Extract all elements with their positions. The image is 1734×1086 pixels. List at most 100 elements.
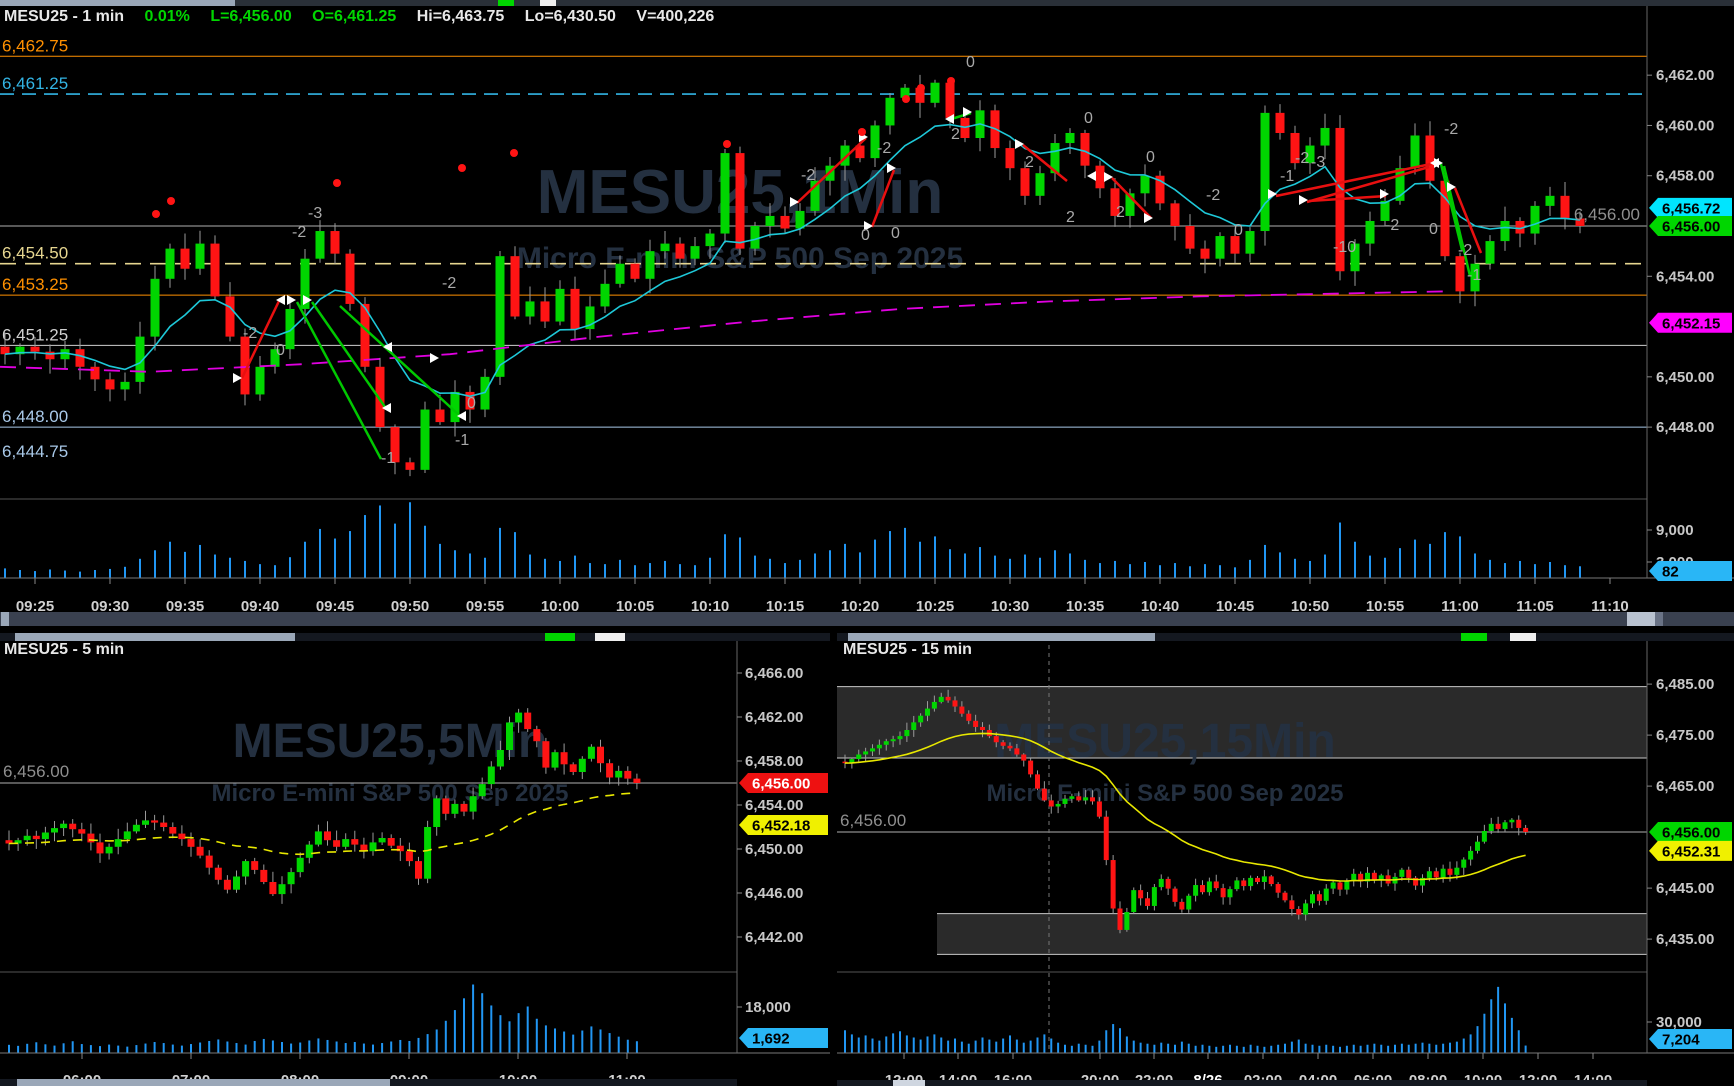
svg-text:6,450.00: 6,450.00 xyxy=(1656,369,1714,386)
svg-text:Micro E-mini S&P 500 Sep 2025: Micro E-mini S&P 500 Sep 2025 xyxy=(986,780,1343,807)
candles-m1 xyxy=(1,75,1585,476)
scrollbar-segment[interactable] xyxy=(1655,612,1663,626)
trade-pnl-annotation: -2 xyxy=(1444,121,1458,138)
svg-text:6,452.31: 6,452.31 xyxy=(1662,843,1720,860)
trade-pnl-annotation: -2 xyxy=(292,224,306,241)
scrollbar-segment[interactable] xyxy=(0,0,235,6)
open-price-label: O=6,461.25 xyxy=(312,8,396,25)
price-line-label: 6,456.00 xyxy=(3,762,69,781)
svg-text:6,454.00: 6,454.00 xyxy=(745,797,803,814)
svg-text:6,446.00: 6,446.00 xyxy=(745,885,803,902)
scrollbar-segment[interactable] xyxy=(595,633,625,641)
svg-text:6,460.00: 6,460.00 xyxy=(1656,117,1714,134)
change-percent-label: 0.01% xyxy=(144,8,189,25)
last-price-label: L=6,456.00 xyxy=(210,8,291,25)
trade-pnl-annotation: 0 xyxy=(1146,149,1155,166)
trade-pnl-annotation: 2 xyxy=(951,126,960,143)
scrollbar-segment[interactable] xyxy=(540,0,556,6)
trade-pnl-annotation: 0 xyxy=(276,342,285,359)
symbol-interval-label-15m: MESU25 - 15 min xyxy=(843,641,972,658)
scrollbar-segment[interactable] xyxy=(498,0,514,6)
scrollbar-segment[interactable] xyxy=(848,633,1155,641)
scrollbar-segment[interactable] xyxy=(1510,633,1536,641)
scrollbar-bottom-5m[interactable] xyxy=(0,1079,737,1086)
svg-text:6,458.00: 6,458.00 xyxy=(1656,168,1714,185)
trade-pnl-annotation: -3 xyxy=(1311,154,1325,171)
price-line-label: 6,456.00 xyxy=(1574,205,1640,224)
scrollbar-segment[interactable] xyxy=(545,633,575,641)
trade-pnl-annotation: -2 xyxy=(1206,187,1220,204)
svg-text:6,444.75: 6,444.75 xyxy=(2,442,68,461)
trade-pnl-annotation: -2 xyxy=(442,275,456,292)
svg-text:82: 82 xyxy=(1662,564,1679,581)
scrollbar-segment[interactable] xyxy=(15,633,295,641)
scrollbar-segment[interactable] xyxy=(17,1079,390,1086)
time-axis-m1[interactable]: 09:2509:3009:3509:4009:4509:5009:5510:00… xyxy=(16,578,1629,615)
trade-pnl-annotation: -1 xyxy=(455,432,469,449)
svg-text:7,204: 7,204 xyxy=(1662,1032,1700,1049)
scrollbar-segment[interactable] xyxy=(1461,633,1487,641)
svg-text:6,466.00: 6,466.00 xyxy=(745,665,803,682)
scrollbar-top-1m[interactable] xyxy=(0,0,1734,6)
svg-text:6,456.00: 6,456.00 xyxy=(1662,219,1720,236)
trade-pnl-annotation: -2 xyxy=(801,167,815,184)
svg-text:6,454.00: 6,454.00 xyxy=(1656,268,1714,285)
trade-pnl-annotation: 0 xyxy=(1084,110,1093,127)
trade-pnl-annotation: -2 xyxy=(1295,150,1309,167)
symbol-interval-label-5m: MESU25 - 5 min xyxy=(4,641,124,658)
trade-pnl-annotation: 2 xyxy=(1116,204,1125,221)
svg-text:9,000: 9,000 xyxy=(1656,522,1694,539)
svg-text:6,475.00: 6,475.00 xyxy=(1656,727,1714,744)
trade-pnl-annotation: -2 xyxy=(1385,217,1399,234)
volume-bars-m5 xyxy=(8,985,638,1053)
svg-text:6,448.00: 6,448.00 xyxy=(2,407,68,426)
symbol-interval-label: MESU25 - 1 min xyxy=(4,8,124,25)
scrollbar-bottom-15m[interactable] xyxy=(837,1080,1647,1086)
svg-text:Micro E-mini S&P 500 Sep 2025: Micro E-mini S&P 500 Sep 2025 xyxy=(211,780,568,807)
trade-pnl-annotation: 0 xyxy=(467,395,476,412)
scrollbar-bottom-1m[interactable] xyxy=(0,612,1734,626)
scrollbar-segment[interactable] xyxy=(1627,612,1655,626)
trade-pnl-annotation: 2 xyxy=(1025,154,1034,171)
trade-pnl-annotation: 0 xyxy=(891,225,900,242)
low-price-label: Lo=6,430.50 xyxy=(525,8,616,25)
chart-15m-header: MESU25 - 15 min xyxy=(843,641,988,659)
svg-text:6,462.75: 6,462.75 xyxy=(2,36,68,55)
scrollbar-segment[interactable] xyxy=(1,612,9,626)
scrollbar-top-5m[interactable] xyxy=(0,633,830,641)
trade-pnl-annotation: -2 xyxy=(877,140,891,157)
svg-text:6,450.00: 6,450.00 xyxy=(745,841,803,858)
trade-pnl-annotation: 2 xyxy=(1066,209,1075,226)
scrollbar-segment[interactable] xyxy=(893,1080,925,1086)
chart-m1[interactable]: MESU25,1MinMicro E-mini S&P 500 Sep 2025… xyxy=(0,6,1734,615)
trade-pnl-annotation: 0 xyxy=(861,227,870,244)
svg-text:MESU25,15Min: MESU25,15Min xyxy=(994,715,1335,768)
svg-text:6,452.18: 6,452.18 xyxy=(752,818,810,835)
svg-text:6,454.50: 6,454.50 xyxy=(2,244,68,263)
charts-canvas[interactable]: MESU25,1MinMicro E-mini S&P 500 Sep 2025… xyxy=(0,0,1734,1086)
trade-pnl-annotation: -3 xyxy=(308,205,322,222)
volume-bars-m15 xyxy=(844,987,1527,1053)
svg-text:6,435.00: 6,435.00 xyxy=(1656,931,1714,948)
svg-text:6,445.00: 6,445.00 xyxy=(1656,880,1714,897)
trade-pnl-annotation: -2 xyxy=(243,325,257,342)
trade-pnl-annotation: 0 xyxy=(1234,222,1243,239)
svg-text:6,456.72: 6,456.72 xyxy=(1662,200,1720,217)
high-price-label: Hi=6,463.75 xyxy=(417,8,505,25)
volume-bars-m1 xyxy=(4,502,1581,578)
svg-text:6,452.15: 6,452.15 xyxy=(1662,315,1720,332)
trade-pnl-annotation: -10 xyxy=(1333,239,1356,256)
trade-pnl-annotation: 0 xyxy=(966,54,975,71)
svg-text:18,000: 18,000 xyxy=(745,999,791,1016)
svg-text:30,000: 30,000 xyxy=(1656,1014,1702,1031)
trade-pnl-annotation: -2 xyxy=(1458,242,1472,259)
volume-label: V=400,226 xyxy=(636,8,714,25)
chart-m5[interactable]: MESU25,5MinMicro E-mini S&P 500 Sep 2025… xyxy=(0,640,830,1086)
svg-text:6,485.00: 6,485.00 xyxy=(1656,676,1714,693)
price-line-label: 6,456.00 xyxy=(840,811,906,830)
price-axis-m5[interactable]: 6,466.006,462.006,458.006,454.006,450.00… xyxy=(737,665,803,1016)
trade-pnl-annotation: -1 xyxy=(1467,267,1481,284)
scrollbar-top-15m[interactable] xyxy=(837,633,1734,641)
chart-m15[interactable]: MESU25,15Min Micro E-mini S&P 500 Sep 202… xyxy=(837,640,1734,1086)
trade-pnl-annotation: -1 xyxy=(1280,168,1294,185)
